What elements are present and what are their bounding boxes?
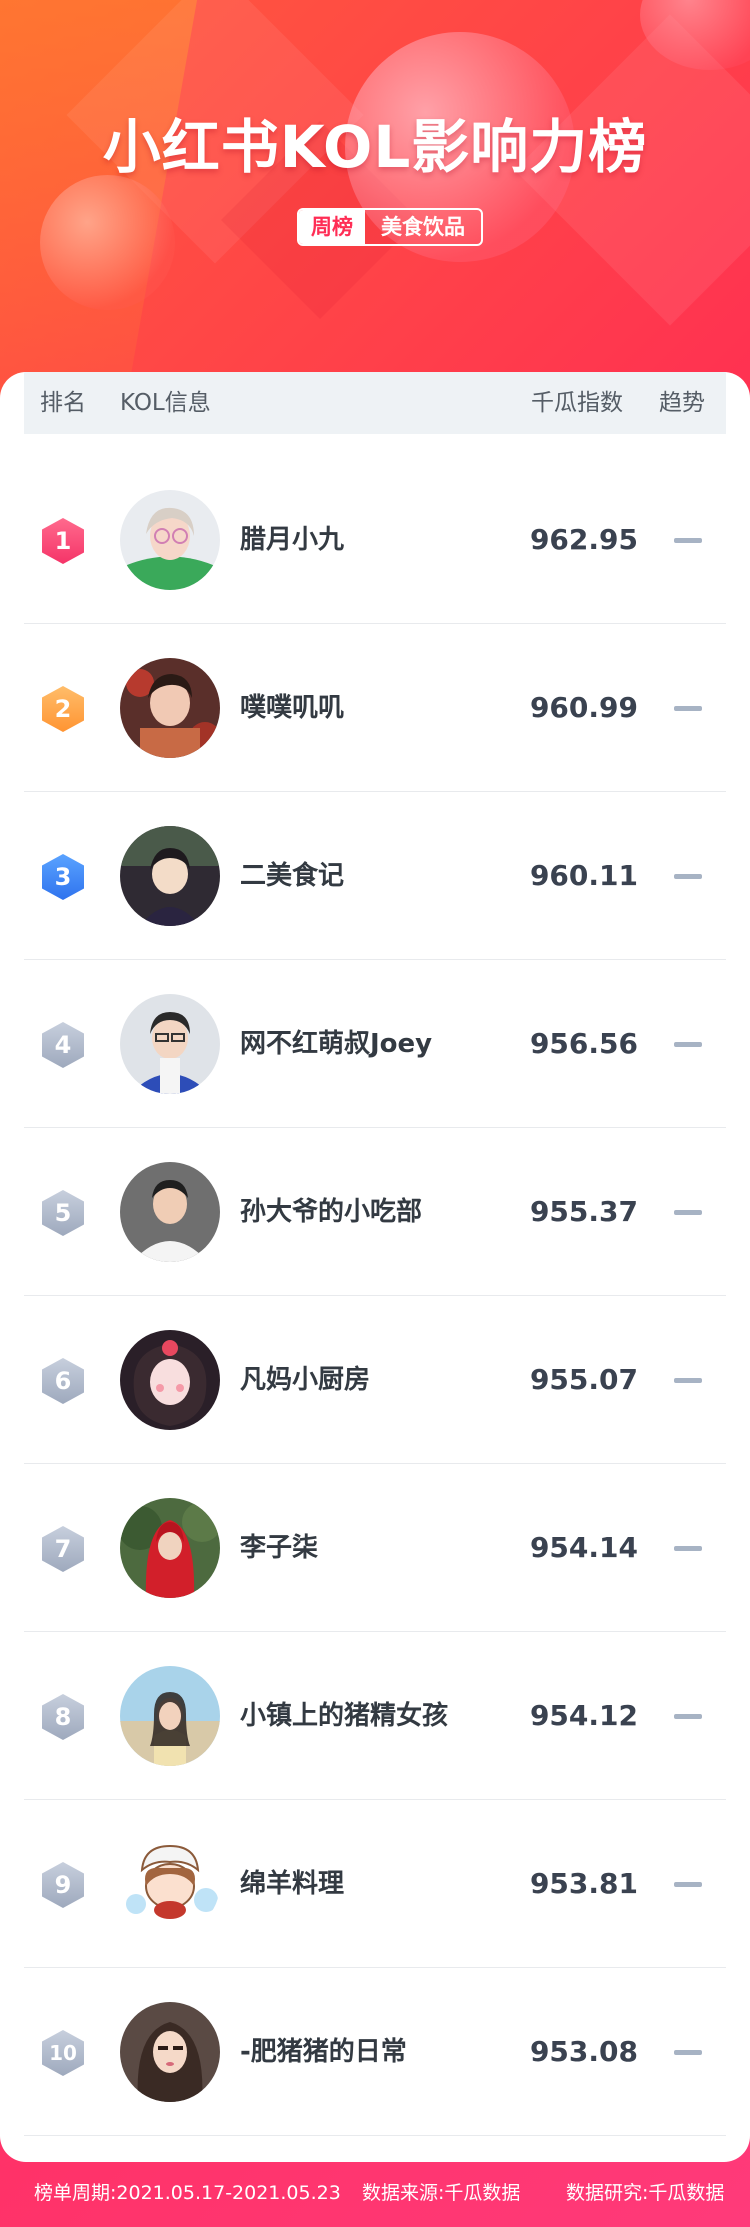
hero-banner [0, 0, 750, 400]
rank-badge: 6 [42, 1358, 84, 1404]
kol-score: 954.14 [529, 1531, 638, 1564]
avatar[interactable] [120, 1330, 220, 1430]
kol-score: 955.07 [529, 1363, 638, 1396]
trend-flat-icon [674, 1546, 702, 1551]
ranking-tags: 周榜 美食饮品 [297, 208, 483, 246]
rank-badge: 9 [42, 1862, 84, 1908]
ranking-row[interactable]: 1 腊月小九 962.95 [24, 456, 726, 624]
kol-score: 953.81 [529, 1867, 638, 1900]
header-rank: 排名 [40, 390, 86, 416]
ranking-row[interactable]: 4 网不红萌叔Joey 956.56 [24, 960, 726, 1128]
kol-score: 955.37 [529, 1195, 638, 1228]
trend-flat-icon [674, 538, 702, 543]
ranking-row[interactable]: 7 李子柒 954.14 [24, 1464, 726, 1632]
avatar[interactable] [120, 826, 220, 926]
avatar[interactable] [120, 2002, 220, 2102]
avatar[interactable] [120, 490, 220, 590]
kol-name[interactable]: 凡妈小厨房 [240, 1296, 370, 1464]
kol-score: 953.08 [529, 2035, 638, 2068]
avatar[interactable] [120, 1162, 220, 1262]
ranking-row[interactable]: 10 -肥猪猪的日常 953.08 [24, 1968, 726, 2136]
table-header: 排名 KOL信息 千瓜指数 趋势 [24, 372, 726, 434]
trend-flat-icon [674, 1378, 702, 1383]
ranking-row[interactable]: 8 小镇上的猪精女孩 954.12 [24, 1632, 726, 1800]
page-title: 小红书KOL影响力榜 [102, 113, 648, 181]
kol-name[interactable]: 李子柒 [240, 1464, 318, 1632]
kol-name[interactable]: 绵羊料理 [240, 1800, 344, 1968]
rank-badge: 5 [42, 1190, 84, 1236]
header-trend: 趋势 [659, 390, 705, 416]
footer-research: 数据研究:千瓜数据 [566, 2182, 725, 2204]
rank-badge: 7 [42, 1526, 84, 1572]
trend-flat-icon [674, 1042, 702, 1047]
trend-flat-icon [674, 1210, 702, 1215]
kol-score: 960.99 [529, 691, 638, 724]
footer-source: 数据来源:千瓜数据 [362, 2182, 521, 2204]
trend-flat-icon [674, 2050, 702, 2055]
tag-category: 美食饮品 [381, 215, 465, 239]
ranking-row[interactable]: 9 绵羊料理 953.81 [24, 1800, 726, 1968]
header-kol-info: KOL信息 [120, 390, 211, 416]
ranking-row[interactable]: 2 噗噗叽叽 960.99 [24, 624, 726, 792]
avatar[interactable] [120, 1834, 220, 1934]
trend-flat-icon [674, 874, 702, 879]
ranking-row[interactable]: 3 二美食记 960.11 [24, 792, 726, 960]
rank-badge: 10 [42, 2030, 84, 2076]
kol-name[interactable]: 噗噗叽叽 [240, 624, 344, 792]
avatar[interactable] [120, 658, 220, 758]
ranking-card: 排名 KOL信息 千瓜指数 趋势 1 腊月小九 962.95 2 噗噗叽叽 96… [0, 372, 750, 2162]
rank-badge: 4 [42, 1022, 84, 1068]
trend-flat-icon [674, 706, 702, 711]
kol-name[interactable]: 孙大爷的小吃部 [240, 1128, 422, 1296]
decor-bubble [40, 175, 175, 310]
ranking-row[interactable]: 5 孙大爷的小吃部 955.37 [24, 1128, 726, 1296]
kol-name[interactable]: 网不红萌叔Joey [240, 960, 432, 1128]
kol-score: 962.95 [529, 523, 638, 556]
avatar[interactable] [120, 1666, 220, 1766]
kol-name[interactable]: 腊月小九 [240, 456, 344, 624]
tag-period: 周榜 [299, 210, 365, 244]
kol-name[interactable]: -肥猪猪的日常 [240, 1968, 407, 2136]
kol-score: 956.56 [529, 1027, 638, 1060]
kol-name[interactable]: 二美食记 [240, 792, 344, 960]
header-index: 千瓜指数 [531, 390, 623, 416]
rank-badge: 1 [42, 518, 84, 564]
kol-name[interactable]: 小镇上的猪精女孩 [240, 1632, 448, 1800]
rank-badge: 8 [42, 1694, 84, 1740]
avatar[interactable] [120, 1498, 220, 1598]
footer-period: 榜单周期:2021.05.17-2021.05.23 [34, 2182, 341, 2204]
kol-score: 960.11 [529, 859, 638, 892]
ranking-list: 1 腊月小九 962.95 2 噗噗叽叽 960.99 3 二美食记 960.1… [24, 456, 726, 2136]
trend-flat-icon [674, 1882, 702, 1887]
footer: 榜单周期:2021.05.17-2021.05.23 数据来源:千瓜数据 数据研… [0, 2160, 750, 2227]
ranking-row[interactable]: 6 凡妈小厨房 955.07 [24, 1296, 726, 1464]
kol-score: 954.12 [529, 1699, 638, 1732]
rank-badge: 2 [42, 686, 84, 732]
avatar[interactable] [120, 994, 220, 1094]
rank-badge: 3 [42, 854, 84, 900]
trend-flat-icon [674, 1714, 702, 1719]
